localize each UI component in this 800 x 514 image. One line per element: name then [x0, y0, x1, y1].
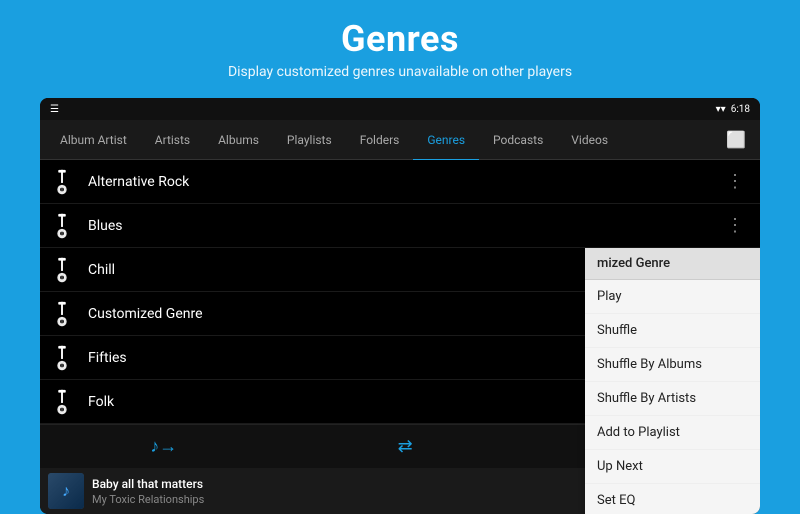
guitar-icon	[46, 343, 78, 373]
context-menu: mized Genre Play Shuffle Shuffle By Albu…	[585, 248, 760, 514]
time-display: 6:18	[731, 104, 750, 115]
page-title: Genres	[0, 18, 800, 60]
tab-genres[interactable]: Genres	[413, 121, 479, 161]
tab-playlists[interactable]: Playlists	[273, 121, 346, 161]
tab-albums[interactable]: Albums	[204, 121, 273, 161]
genre-list: Alternative Rock ⋮ Blues ⋮	[40, 160, 760, 424]
cast-button[interactable]: ⬜	[718, 130, 754, 149]
genre-row[interactable]: Alternative Rock ⋮	[40, 160, 760, 204]
page-subtitle: Display customized genres unavailable on…	[0, 64, 800, 80]
genre-name: Alternative Rock	[88, 174, 720, 190]
top-section: Genres Display customized genres unavail…	[0, 0, 800, 90]
context-menu-shuffle[interactable]: Shuffle	[585, 314, 760, 348]
shuffle-control[interactable]: ⇄	[398, 436, 413, 457]
more-button[interactable]: ⋮	[720, 167, 750, 196]
more-button[interactable]: ⋮	[720, 211, 750, 240]
guitar-icon	[46, 299, 78, 329]
tab-bar: Album Artist Artists Albums Playlists Fo…	[40, 120, 760, 160]
tab-podcasts[interactable]: Podcasts	[479, 121, 557, 161]
context-menu-play[interactable]: Play	[585, 280, 760, 314]
status-bar: ☰ ▾▾ 6:18	[40, 98, 760, 120]
genre-name: Blues	[88, 218, 720, 234]
tab-videos[interactable]: Videos	[557, 121, 622, 161]
status-right: ▾▾ 6:18	[716, 104, 750, 115]
status-menu-icon: ☰	[50, 104, 59, 115]
guitar-icon	[46, 211, 78, 241]
wifi-icon: ▾▾	[716, 104, 726, 115]
context-menu-shuffle-artists[interactable]: Shuffle By Artists	[585, 382, 760, 416]
genre-row[interactable]: Blues ⋮	[40, 204, 760, 248]
context-menu-header: mized Genre	[585, 248, 760, 280]
status-left: ☰	[50, 104, 59, 115]
prev-control[interactable]: ♪→	[150, 436, 177, 457]
context-menu-shuffle-albums[interactable]: Shuffle By Albums	[585, 348, 760, 382]
guitar-icon	[46, 387, 78, 417]
context-menu-set-eq[interactable]: Set EQ	[585, 484, 760, 514]
tab-album-artist[interactable]: Album Artist	[46, 121, 141, 161]
device-frame: ☰ ▾▾ 6:18 Album Artist Artists Albums Pl…	[40, 98, 760, 514]
tab-artists[interactable]: Artists	[141, 121, 204, 161]
album-art-image	[48, 473, 84, 509]
context-menu-up-next[interactable]: Up Next	[585, 450, 760, 484]
guitar-icon	[46, 167, 78, 197]
context-menu-add-playlist[interactable]: Add to Playlist	[585, 416, 760, 450]
tab-folders[interactable]: Folders	[346, 121, 414, 161]
guitar-icon	[46, 255, 78, 285]
album-art	[48, 473, 84, 509]
